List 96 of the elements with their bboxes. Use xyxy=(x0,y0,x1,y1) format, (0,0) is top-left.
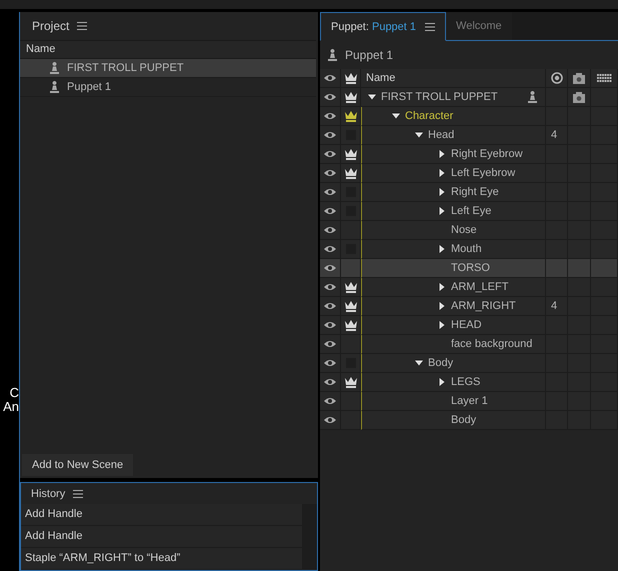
layer-row[interactable]: Left Eyebrow xyxy=(320,164,618,183)
eye-icon[interactable] xyxy=(324,283,336,291)
column-header[interactable]: Name xyxy=(26,43,56,55)
menu-icon[interactable] xyxy=(425,22,436,30)
crown-icon[interactable] xyxy=(344,376,356,388)
puppet-icon xyxy=(328,49,337,61)
layer-row[interactable]: Body xyxy=(320,411,618,430)
background-text: An xyxy=(3,400,19,414)
eye-icon[interactable] xyxy=(324,150,336,158)
collapsed-triangle-icon[interactable] xyxy=(438,302,446,310)
add-to-new-scene-button[interactable]: Add to New Scene xyxy=(22,454,134,476)
layer-row[interactable]: Head 4 xyxy=(320,126,618,145)
layer-row[interactable]: face background xyxy=(320,335,618,354)
layer-name[interactable]: HEAD xyxy=(451,319,482,331)
scrollbar[interactable] xyxy=(302,504,317,570)
layer-value: 4 xyxy=(551,300,558,312)
crown-icon[interactable] xyxy=(344,110,356,122)
eye-icon[interactable] xyxy=(324,226,336,234)
crown-icon[interactable] xyxy=(344,148,356,160)
collapsed-triangle-icon[interactable] xyxy=(438,245,446,253)
panel-title: Project xyxy=(32,19,70,33)
puppet-icon xyxy=(50,81,59,93)
layer-name[interactable]: TORSO xyxy=(451,262,490,274)
layer-row[interactable]: ARM_RIGHT 4 xyxy=(320,297,618,316)
layer-row[interactable]: Mouth xyxy=(320,240,618,259)
project-item[interactable]: Puppet 1 xyxy=(20,78,316,97)
eye-icon[interactable] xyxy=(324,321,336,329)
menu-icon[interactable] xyxy=(73,490,84,498)
eye-icon[interactable] xyxy=(324,131,336,139)
expanded-triangle-icon[interactable] xyxy=(415,131,423,139)
layer-row[interactable]: Right Eye xyxy=(320,183,618,202)
layer-name[interactable]: ARM_LEFT xyxy=(451,281,508,293)
eye-icon[interactable] xyxy=(324,378,336,386)
collapsed-triangle-icon[interactable] xyxy=(438,207,446,215)
eye-icon[interactable] xyxy=(324,207,336,215)
collapsed-triangle-icon[interactable] xyxy=(438,378,446,386)
panel-title: History xyxy=(31,488,66,500)
expanded-triangle-icon[interactable] xyxy=(415,359,423,367)
layer-name[interactable]: Left Eye xyxy=(451,205,492,217)
collapsed-triangle-icon[interactable] xyxy=(438,150,446,158)
crown-icon[interactable] xyxy=(344,320,356,330)
eye-icon[interactable] xyxy=(324,245,336,253)
eye-icon[interactable] xyxy=(324,397,336,405)
eye-icon[interactable] xyxy=(324,112,336,120)
puppet-icon xyxy=(528,91,537,103)
collapsed-triangle-icon[interactable] xyxy=(438,283,446,291)
layer-value: 4 xyxy=(551,129,558,141)
eye-icon[interactable] xyxy=(324,74,336,82)
layer-row[interactable]: Body xyxy=(320,354,618,373)
eye-icon[interactable] xyxy=(324,416,336,424)
keyboard-icon xyxy=(596,74,612,82)
crown-icon[interactable] xyxy=(344,300,356,312)
layer-name[interactable]: FIRST TROLL PUPPET xyxy=(381,91,498,103)
layer-row[interactable]: FIRST TROLL PUPPET xyxy=(320,88,618,107)
layer-row[interactable]: HEAD xyxy=(320,316,618,335)
eye-icon[interactable] xyxy=(324,340,336,348)
expanded-triangle-icon[interactable] xyxy=(392,112,400,120)
layer-name[interactable]: Body xyxy=(428,357,454,369)
crown-icon[interactable] xyxy=(344,72,356,84)
layer-row[interactable]: Right Eyebrow xyxy=(320,145,618,164)
layer-row[interactable]: ARM_LEFT xyxy=(320,278,618,297)
crown-icon[interactable] xyxy=(344,92,356,102)
layer-name[interactable]: Body xyxy=(451,414,476,426)
layer-row[interactable]: Character xyxy=(320,107,618,126)
layer-row[interactable]: TORSO xyxy=(320,259,618,278)
collapsed-triangle-icon[interactable] xyxy=(438,188,446,196)
eye-icon[interactable] xyxy=(324,359,336,367)
column-header[interactable]: Name xyxy=(366,72,396,84)
collapsed-triangle-icon[interactable] xyxy=(438,169,446,177)
layer-row[interactable]: Nose xyxy=(320,221,618,240)
layer-name[interactable]: Character xyxy=(405,110,454,122)
background-text: C xyxy=(10,386,19,400)
eye-icon[interactable] xyxy=(324,302,336,310)
layer-name[interactable]: Layer 1 xyxy=(451,395,488,407)
layer-name[interactable]: Nose xyxy=(451,224,477,236)
eye-icon[interactable] xyxy=(324,188,336,196)
layer-row[interactable]: Left Eye xyxy=(320,202,618,221)
tab[interactable]: Puppet: Puppet 1 xyxy=(320,12,446,41)
collapsed-triangle-icon[interactable] xyxy=(438,321,446,329)
layer-row[interactable]: Layer 1 xyxy=(320,392,618,411)
target-icon xyxy=(550,72,562,84)
eye-icon[interactable] xyxy=(324,169,336,177)
layer-name[interactable]: LEGS xyxy=(451,376,480,388)
layer-name[interactable]: Right Eye xyxy=(451,186,499,198)
eye-icon[interactable] xyxy=(324,93,336,101)
layer-name[interactable]: Head xyxy=(428,129,454,141)
layer-name[interactable]: Mouth xyxy=(451,243,482,255)
puppet-name: Puppet 1 xyxy=(345,48,394,62)
eye-icon[interactable] xyxy=(324,264,336,272)
crown-icon[interactable] xyxy=(344,282,356,292)
project-item[interactable]: FIRST TROLL PUPPET xyxy=(20,59,316,78)
layer-row[interactable]: LEGS xyxy=(320,373,618,392)
crown-icon[interactable] xyxy=(344,168,356,178)
puppet-icon xyxy=(50,62,59,74)
menu-icon[interactable] xyxy=(77,22,88,30)
expanded-triangle-icon[interactable] xyxy=(368,93,376,101)
